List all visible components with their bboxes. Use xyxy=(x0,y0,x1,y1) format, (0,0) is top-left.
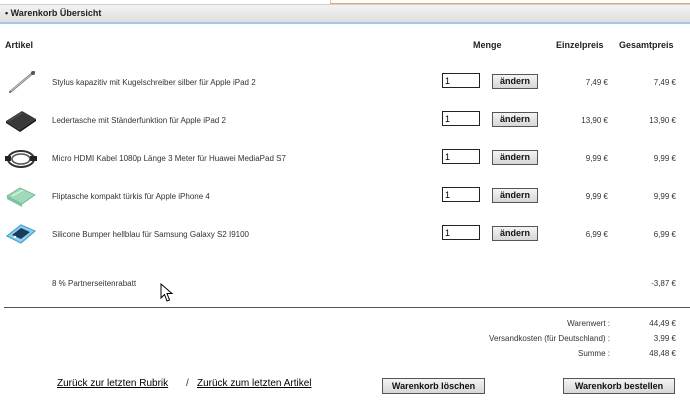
change-button[interactable]: ändern xyxy=(492,112,538,127)
sum-label: Summe : xyxy=(577,349,610,358)
change-button[interactable]: ändern xyxy=(492,226,538,241)
change-button[interactable]: ändern xyxy=(492,150,538,165)
quantity-input[interactable] xyxy=(442,187,480,202)
discount-row: 8 % Partnerseitenrabatt -3,87 € xyxy=(0,279,690,293)
column-header-article: Artikel xyxy=(5,40,34,50)
cart-row: Silicone Bumper hellblau für Samsung Gal… xyxy=(0,219,690,249)
quantity-input[interactable] xyxy=(442,73,480,88)
change-button[interactable]: ändern xyxy=(492,188,538,203)
column-header-total-price: Gesamtpreis xyxy=(619,40,674,50)
unit-price: 13,90 € xyxy=(581,116,608,125)
shipping-label: Versandkosten (für Deutschland) : xyxy=(489,334,610,343)
quantity-input[interactable] xyxy=(442,149,480,164)
sum-value: 48,48 € xyxy=(649,349,676,358)
back-to-category-link[interactable]: Zurück zur letzten Rubrik xyxy=(57,378,168,389)
quantity-input[interactable] xyxy=(442,111,480,126)
goods-value-label: Warenwert : xyxy=(567,319,610,328)
cart-row: Fliptasche kompakt türkis für Apple iPho… xyxy=(0,181,690,211)
hdmi-cable-icon xyxy=(5,150,37,168)
goods-value: 44,49 € xyxy=(649,319,676,328)
unit-price: 9,99 € xyxy=(585,154,608,163)
total-price: 6,99 € xyxy=(653,230,676,239)
section-title: • Warenkorb Übersicht xyxy=(5,8,102,18)
product-name: Fliptasche kompakt türkis für Apple iPho… xyxy=(52,192,210,201)
back-to-article-link[interactable]: Zurück zum letzten Artikel xyxy=(197,378,311,389)
cart-row: Micro HDMI Kabel 1080p Länge 3 Meter für… xyxy=(0,143,690,173)
stylus-pen-icon xyxy=(8,70,36,94)
product-name: Ledertasche mit Ständerfunktion für Appl… xyxy=(52,116,226,125)
discount-value: -3,87 € xyxy=(651,279,676,288)
quantity-input[interactable] xyxy=(442,225,480,240)
flip-case-icon xyxy=(6,187,36,207)
mouse-cursor-icon xyxy=(160,283,174,302)
section-header: • Warenkorb Übersicht xyxy=(0,4,690,24)
cart-row: Ledertasche mit Ständerfunktion für Appl… xyxy=(0,105,690,135)
leather-case-icon xyxy=(6,111,36,132)
summary-divider xyxy=(4,307,690,308)
product-name: Micro HDMI Kabel 1080p Länge 3 Meter für… xyxy=(52,154,286,163)
total-price: 9,99 € xyxy=(653,154,676,163)
order-cart-button[interactable]: Warenkorb bestellen xyxy=(563,378,675,394)
shipping-value: 3,99 € xyxy=(653,334,676,343)
product-name: Stylus kapazitiv mit Kugelschreiber silb… xyxy=(52,78,256,87)
change-button[interactable]: ändern xyxy=(492,74,538,89)
product-name: Silicone Bumper hellblau für Samsung Gal… xyxy=(52,230,249,239)
total-price: 13,90 € xyxy=(649,116,676,125)
unit-price: 9,99 € xyxy=(585,192,608,201)
total-price: 9,99 € xyxy=(653,192,676,201)
column-header-quantity: Menge xyxy=(473,40,502,50)
unit-price: 7,49 € xyxy=(585,78,608,87)
clear-cart-button[interactable]: Warenkorb löschen xyxy=(382,378,485,394)
link-separator: / xyxy=(186,378,189,389)
total-price: 7,49 € xyxy=(653,78,676,87)
bumper-case-icon xyxy=(5,224,37,244)
cart-row: Stylus kapazitiv mit Kugelschreiber silb… xyxy=(0,67,690,97)
unit-price: 6,99 € xyxy=(585,230,608,239)
column-header-unit-price: Einzelpreis xyxy=(556,40,604,50)
discount-label: 8 % Partnerseitenrabatt xyxy=(52,279,137,288)
